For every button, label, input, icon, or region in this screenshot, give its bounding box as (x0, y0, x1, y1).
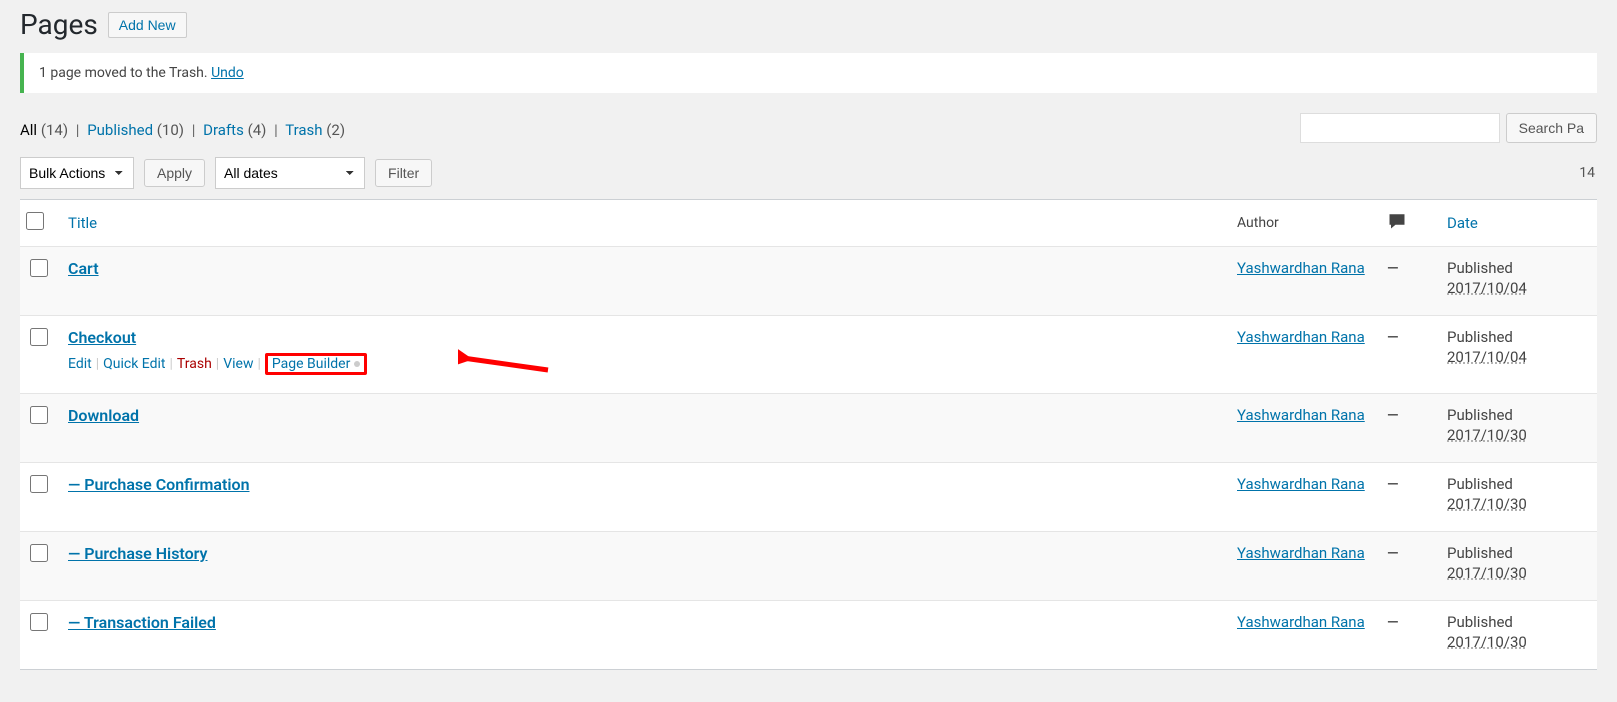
publish-status: Published (1447, 328, 1587, 346)
table-row: — Transaction Failed Yashwardhan Rana — Pub… (20, 601, 1597, 670)
col-author: Author (1237, 215, 1279, 231)
publish-date: 2017/10/04 (1447, 279, 1527, 297)
table-row: Checkout Edit|Quick Edit|Trash|View|Page … (20, 316, 1597, 394)
search-input[interactable] (1300, 113, 1500, 143)
pages-table: Title Author Date Cart Yashwardhan Rana — P… (20, 199, 1597, 670)
table-row: Cart Yashwardhan Rana — Published 2017/10/04 (20, 247, 1597, 316)
publish-date: 2017/10/04 (1447, 348, 1527, 366)
publish-date: 2017/10/30 (1447, 564, 1527, 582)
row-checkbox[interactable] (30, 259, 48, 277)
status-dot-icon (354, 361, 360, 367)
page-title-link[interactable]: — Transaction Failed (68, 613, 216, 632)
comments-icon (1387, 212, 1407, 230)
table-row: — Purchase Confirmation Yashwardhan Rana —… (20, 463, 1597, 532)
undo-link[interactable]: Undo (211, 65, 244, 81)
filter-drafts[interactable]: Drafts (4) (203, 121, 266, 139)
page-builder-link[interactable]: Page Builder (272, 356, 350, 372)
publish-status: Published (1447, 544, 1587, 562)
arrow-icon (458, 330, 558, 380)
author-link[interactable]: Yashwardhan Rana (1237, 259, 1365, 277)
row-checkbox[interactable] (30, 406, 48, 424)
edit-link[interactable]: Edit (68, 356, 92, 372)
add-new-button[interactable]: Add New (108, 12, 187, 38)
row-actions: Edit|Quick Edit|Trash|View|Page Builder (68, 353, 1217, 375)
filter-button[interactable]: Filter (375, 159, 432, 187)
comments-count: — (1387, 475, 1399, 493)
page-title-link[interactable]: Checkout (68, 328, 136, 347)
filter-trash[interactable]: Trash (2) (285, 121, 345, 139)
author-link[interactable]: Yashwardhan Rana (1237, 328, 1365, 346)
publish-date: 2017/10/30 (1447, 495, 1527, 513)
bulk-actions-select[interactable]: Bulk Actions (20, 157, 134, 189)
page-title-link[interactable]: — Purchase Confirmation (68, 475, 250, 494)
quick-edit-link[interactable]: Quick Edit (103, 356, 165, 372)
publish-date: 2017/10/30 (1447, 633, 1527, 651)
table-row: — Purchase History Yashwardhan Rana — Publi… (20, 532, 1597, 601)
row-checkbox[interactable] (30, 613, 48, 631)
publish-status: Published (1447, 406, 1587, 424)
author-link[interactable]: Yashwardhan Rana (1237, 406, 1365, 424)
comments-count: — (1387, 544, 1399, 562)
publish-status: Published (1447, 475, 1587, 493)
status-filter-links: All (14) | Published (10) | Drafts (4) |… (20, 121, 345, 139)
search-button[interactable]: Search Pa (1506, 113, 1597, 143)
page-title-link[interactable]: Download (68, 406, 139, 425)
table-row: Download Yashwardhan Rana — Published 2017/1… (20, 394, 1597, 463)
page-title-link[interactable]: Cart (68, 259, 99, 278)
comments-count: — (1387, 259, 1399, 277)
page-title: Pages (20, 8, 98, 41)
comments-count: — (1387, 328, 1399, 346)
comments-count: — (1387, 406, 1399, 424)
view-link[interactable]: View (223, 356, 253, 372)
select-all-checkbox[interactable] (26, 212, 44, 230)
author-link[interactable]: Yashwardhan Rana (1237, 475, 1365, 493)
filter-published[interactable]: Published (10) (87, 121, 184, 139)
col-comments[interactable] (1377, 200, 1437, 247)
col-title[interactable]: Title (68, 214, 97, 232)
comments-count: — (1387, 613, 1399, 631)
publish-status: Published (1447, 259, 1587, 277)
page-builder-highlight: Page Builder (265, 353, 367, 375)
apply-button[interactable]: Apply (144, 159, 205, 187)
row-checkbox[interactable] (30, 328, 48, 346)
items-count: 14 (1579, 165, 1597, 181)
publish-date: 2017/10/30 (1447, 426, 1527, 444)
author-link[interactable]: Yashwardhan Rana (1237, 613, 1365, 631)
filter-all[interactable]: All (14) (20, 121, 68, 139)
page-title-link[interactable]: — Purchase History (68, 544, 208, 563)
col-date[interactable]: Date (1447, 214, 1478, 232)
trash-link[interactable]: Trash (177, 356, 212, 372)
notice-message: 1 page moved to the Trash. (39, 65, 211, 81)
publish-status: Published (1447, 613, 1587, 631)
trash-notice: 1 page moved to the Trash. Undo (20, 53, 1597, 93)
author-link[interactable]: Yashwardhan Rana (1237, 544, 1365, 562)
row-checkbox[interactable] (30, 475, 48, 493)
row-checkbox[interactable] (30, 544, 48, 562)
date-filter-select[interactable]: All dates (215, 157, 365, 189)
